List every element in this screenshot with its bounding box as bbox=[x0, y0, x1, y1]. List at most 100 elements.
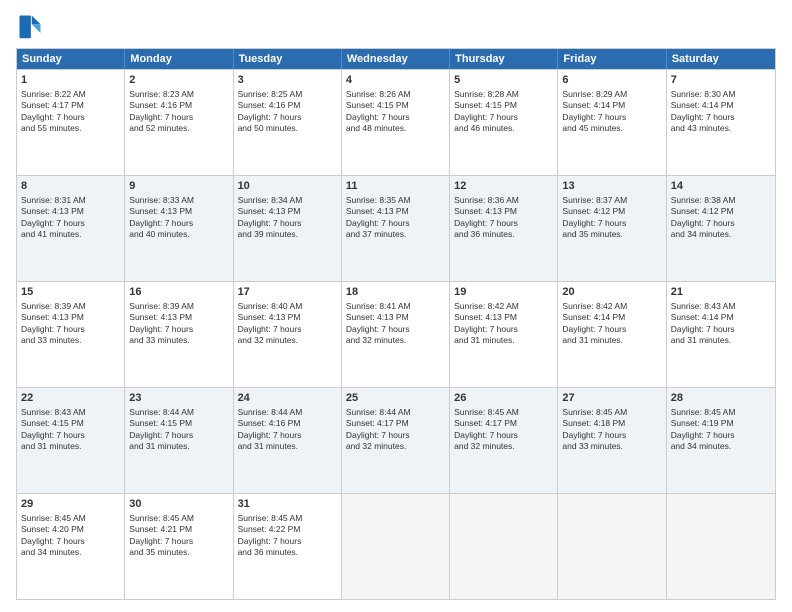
day-number: 11 bbox=[346, 179, 445, 194]
day-info: Sunrise: 8:45 AM Sunset: 4:22 PM Dayligh… bbox=[238, 513, 303, 557]
day-info: Sunrise: 8:31 AM Sunset: 4:13 PM Dayligh… bbox=[21, 195, 86, 239]
day-number: 6 bbox=[562, 73, 661, 88]
calendar-week-4: 22Sunrise: 8:43 AM Sunset: 4:15 PM Dayli… bbox=[17, 387, 775, 493]
day-info: Sunrise: 8:45 AM Sunset: 4:18 PM Dayligh… bbox=[562, 407, 627, 451]
empty-cell bbox=[342, 494, 450, 599]
day-number: 9 bbox=[129, 179, 228, 194]
day-info: Sunrise: 8:45 AM Sunset: 4:21 PM Dayligh… bbox=[129, 513, 194, 557]
day-info: Sunrise: 8:37 AM Sunset: 4:12 PM Dayligh… bbox=[562, 195, 627, 239]
day-number: 3 bbox=[238, 73, 337, 88]
day-number: 20 bbox=[562, 285, 661, 300]
day-info: Sunrise: 8:41 AM Sunset: 4:13 PM Dayligh… bbox=[346, 301, 411, 345]
day-cell-11: 11Sunrise: 8:35 AM Sunset: 4:13 PM Dayli… bbox=[342, 176, 450, 281]
day-info: Sunrise: 8:28 AM Sunset: 4:15 PM Dayligh… bbox=[454, 89, 519, 133]
day-number: 18 bbox=[346, 285, 445, 300]
day-cell-18: 18Sunrise: 8:41 AM Sunset: 4:13 PM Dayli… bbox=[342, 282, 450, 387]
day-cell-6: 6Sunrise: 8:29 AM Sunset: 4:14 PM Daylig… bbox=[558, 70, 666, 175]
header bbox=[16, 12, 776, 40]
day-info: Sunrise: 8:38 AM Sunset: 4:12 PM Dayligh… bbox=[671, 195, 736, 239]
day-cell-13: 13Sunrise: 8:37 AM Sunset: 4:12 PM Dayli… bbox=[558, 176, 666, 281]
calendar-body: 1Sunrise: 8:22 AM Sunset: 4:17 PM Daylig… bbox=[17, 69, 775, 599]
day-number: 5 bbox=[454, 73, 553, 88]
day-number: 25 bbox=[346, 391, 445, 406]
day-header-friday: Friday bbox=[558, 49, 666, 69]
day-number: 24 bbox=[238, 391, 337, 406]
day-cell-29: 29Sunrise: 8:45 AM Sunset: 4:20 PM Dayli… bbox=[17, 494, 125, 599]
day-number: 23 bbox=[129, 391, 228, 406]
day-cell-2: 2Sunrise: 8:23 AM Sunset: 4:16 PM Daylig… bbox=[125, 70, 233, 175]
day-info: Sunrise: 8:22 AM Sunset: 4:17 PM Dayligh… bbox=[21, 89, 86, 133]
day-cell-31: 31Sunrise: 8:45 AM Sunset: 4:22 PM Dayli… bbox=[234, 494, 342, 599]
day-number: 22 bbox=[21, 391, 120, 406]
calendar: SundayMondayTuesdayWednesdayThursdayFrid… bbox=[16, 48, 776, 600]
day-info: Sunrise: 8:34 AM Sunset: 4:13 PM Dayligh… bbox=[238, 195, 303, 239]
day-info: Sunrise: 8:30 AM Sunset: 4:14 PM Dayligh… bbox=[671, 89, 736, 133]
day-header-sunday: Sunday bbox=[17, 49, 125, 69]
day-number: 10 bbox=[238, 179, 337, 194]
day-info: Sunrise: 8:42 AM Sunset: 4:14 PM Dayligh… bbox=[562, 301, 627, 345]
logo-icon bbox=[16, 12, 44, 40]
day-number: 27 bbox=[562, 391, 661, 406]
day-cell-14: 14Sunrise: 8:38 AM Sunset: 4:12 PM Dayli… bbox=[667, 176, 775, 281]
day-number: 12 bbox=[454, 179, 553, 194]
day-info: Sunrise: 8:33 AM Sunset: 4:13 PM Dayligh… bbox=[129, 195, 194, 239]
day-cell-10: 10Sunrise: 8:34 AM Sunset: 4:13 PM Dayli… bbox=[234, 176, 342, 281]
calendar-week-3: 15 Sunrise: 8:39 AM Sunset: 4:13 PM Dayli… bbox=[17, 281, 775, 387]
day-cell-23: 23Sunrise: 8:44 AM Sunset: 4:15 PM Dayli… bbox=[125, 388, 233, 493]
day-info: Sunrise: 8:42 AM Sunset: 4:13 PM Dayligh… bbox=[454, 301, 519, 345]
day-number: 2 bbox=[129, 73, 228, 88]
calendar-week-1: 1Sunrise: 8:22 AM Sunset: 4:17 PM Daylig… bbox=[17, 69, 775, 175]
empty-cell bbox=[667, 494, 775, 599]
logo bbox=[16, 12, 48, 40]
day-number: 17 bbox=[238, 285, 337, 300]
day-info: Sunrise: 8:29 AM Sunset: 4:14 PM Dayligh… bbox=[562, 89, 627, 133]
day-header-tuesday: Tuesday bbox=[234, 49, 342, 69]
day-cell-20: 20Sunrise: 8:42 AM Sunset: 4:14 PM Dayli… bbox=[558, 282, 666, 387]
day-number: 26 bbox=[454, 391, 553, 406]
day-info: Sunrise: 8:23 AM Sunset: 4:16 PM Dayligh… bbox=[129, 89, 194, 133]
empty-cell bbox=[450, 494, 558, 599]
day-info: Sunrise: 8:36 AM Sunset: 4:13 PM Dayligh… bbox=[454, 195, 519, 239]
day-cell-15: 15Sunrise: 8:39 AM Sunset: 4:13 PM Dayli… bbox=[17, 282, 125, 387]
day-cell-4: 4Sunrise: 8:26 AM Sunset: 4:15 PM Daylig… bbox=[342, 70, 450, 175]
day-header-monday: Monday bbox=[125, 49, 233, 69]
day-info: Sunrise: 8:44 AM Sunset: 4:16 PM Dayligh… bbox=[238, 407, 303, 451]
day-number: 1 bbox=[21, 73, 120, 88]
day-header-wednesday: Wednesday bbox=[342, 49, 450, 69]
day-number: 15 bbox=[21, 285, 120, 300]
day-info: Sunrise: 8:43 AM Sunset: 4:14 PM Dayligh… bbox=[671, 301, 736, 345]
day-cell-19: 19Sunrise: 8:42 AM Sunset: 4:13 PM Dayli… bbox=[450, 282, 558, 387]
day-number: 30 bbox=[129, 497, 228, 512]
day-number: 29 bbox=[21, 497, 120, 512]
day-header-saturday: Saturday bbox=[667, 49, 775, 69]
day-cell-27: 27Sunrise: 8:45 AM Sunset: 4:18 PM Dayli… bbox=[558, 388, 666, 493]
day-number: 8 bbox=[21, 179, 120, 194]
day-info: Sunrise: 8:25 AM Sunset: 4:16 PM Dayligh… bbox=[238, 89, 303, 133]
day-info: Sunrise: 8:40 AM Sunset: 4:13 PM Dayligh… bbox=[238, 301, 303, 345]
day-number: 31 bbox=[238, 497, 337, 512]
day-cell-16: 16Sunrise: 8:39 AM Sunset: 4:13 PM Dayli… bbox=[125, 282, 233, 387]
calendar-week-5: 29Sunrise: 8:45 AM Sunset: 4:20 PM Dayli… bbox=[17, 493, 775, 599]
day-info: Sunrise: 8:45 AM Sunset: 4:17 PM Dayligh… bbox=[454, 407, 519, 451]
day-info: Sunrise: 8:35 AM Sunset: 4:13 PM Dayligh… bbox=[346, 195, 411, 239]
day-cell-8: 8Sunrise: 8:31 AM Sunset: 4:13 PM Daylig… bbox=[17, 176, 125, 281]
day-number: 13 bbox=[562, 179, 661, 194]
day-number: 4 bbox=[346, 73, 445, 88]
calendar-week-2: 8Sunrise: 8:31 AM Sunset: 4:13 PM Daylig… bbox=[17, 175, 775, 281]
day-info: Sunrise: 8:45 AM Sunset: 4:19 PM Dayligh… bbox=[671, 407, 736, 451]
day-info: Sunrise: 8:39 AM Sunset: 4:13 PM Dayligh… bbox=[129, 301, 194, 345]
day-cell-1: 1Sunrise: 8:22 AM Sunset: 4:17 PM Daylig… bbox=[17, 70, 125, 175]
day-cell-22: 22Sunrise: 8:43 AM Sunset: 4:15 PM Dayli… bbox=[17, 388, 125, 493]
day-number: 21 bbox=[671, 285, 771, 300]
day-cell-12: 12Sunrise: 8:36 AM Sunset: 4:13 PM Dayli… bbox=[450, 176, 558, 281]
day-info: Sunrise: 8:26 AM Sunset: 4:15 PM Dayligh… bbox=[346, 89, 411, 133]
day-cell-21: 21Sunrise: 8:43 AM Sunset: 4:14 PM Dayli… bbox=[667, 282, 775, 387]
day-number: 16 bbox=[129, 285, 228, 300]
day-cell-30: 30Sunrise: 8:45 AM Sunset: 4:21 PM Dayli… bbox=[125, 494, 233, 599]
day-info: Sunrise: 8:43 AM Sunset: 4:15 PM Dayligh… bbox=[21, 407, 86, 451]
day-cell-24: 24Sunrise: 8:44 AM Sunset: 4:16 PM Dayli… bbox=[234, 388, 342, 493]
calendar-header: SundayMondayTuesdayWednesdayThursdayFrid… bbox=[17, 49, 775, 69]
day-cell-3: 3Sunrise: 8:25 AM Sunset: 4:16 PM Daylig… bbox=[234, 70, 342, 175]
day-info: Sunrise: 8:45 AM Sunset: 4:20 PM Dayligh… bbox=[21, 513, 86, 557]
day-cell-17: 17Sunrise: 8:40 AM Sunset: 4:13 PM Dayli… bbox=[234, 282, 342, 387]
